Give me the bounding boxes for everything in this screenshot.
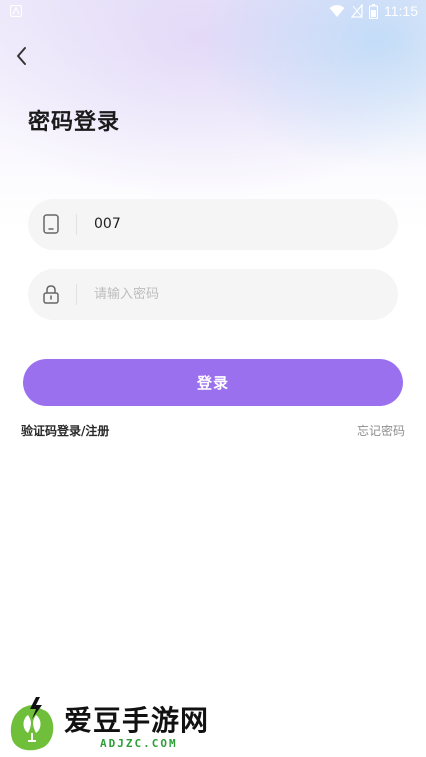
sms-login-link[interactable]: 验证码登录/注册 xyxy=(21,422,109,439)
forgot-password-link[interactable]: 忘记密码 xyxy=(357,422,405,439)
lock-icon xyxy=(43,285,59,304)
field-divider xyxy=(76,214,77,235)
watermark-logo-icon xyxy=(10,697,54,751)
watermark-text-cn: 爱豆手游网 xyxy=(64,704,210,737)
watermark-text-en: ADJZC.COM xyxy=(100,737,178,750)
watermark: 爱豆手游网 ADJZC.COM xyxy=(6,695,256,755)
status-time: 11:15 xyxy=(384,3,418,19)
login-button[interactable]: 登录 xyxy=(23,359,403,406)
app-notification-icon xyxy=(10,5,22,17)
password-field[interactable] xyxy=(28,269,398,320)
status-bar: 11:15 xyxy=(0,0,426,24)
field-divider xyxy=(76,284,77,305)
phone-input[interactable] xyxy=(94,211,384,237)
wifi-icon xyxy=(329,5,345,17)
phone-icon xyxy=(43,214,59,234)
back-button[interactable] xyxy=(10,42,34,70)
battery-icon xyxy=(369,3,378,19)
signal-icon xyxy=(351,4,363,18)
page-title: 密码登录 xyxy=(28,110,121,135)
password-input[interactable] xyxy=(94,281,384,307)
phone-field[interactable] xyxy=(28,199,398,250)
chevron-left-icon xyxy=(17,47,26,65)
